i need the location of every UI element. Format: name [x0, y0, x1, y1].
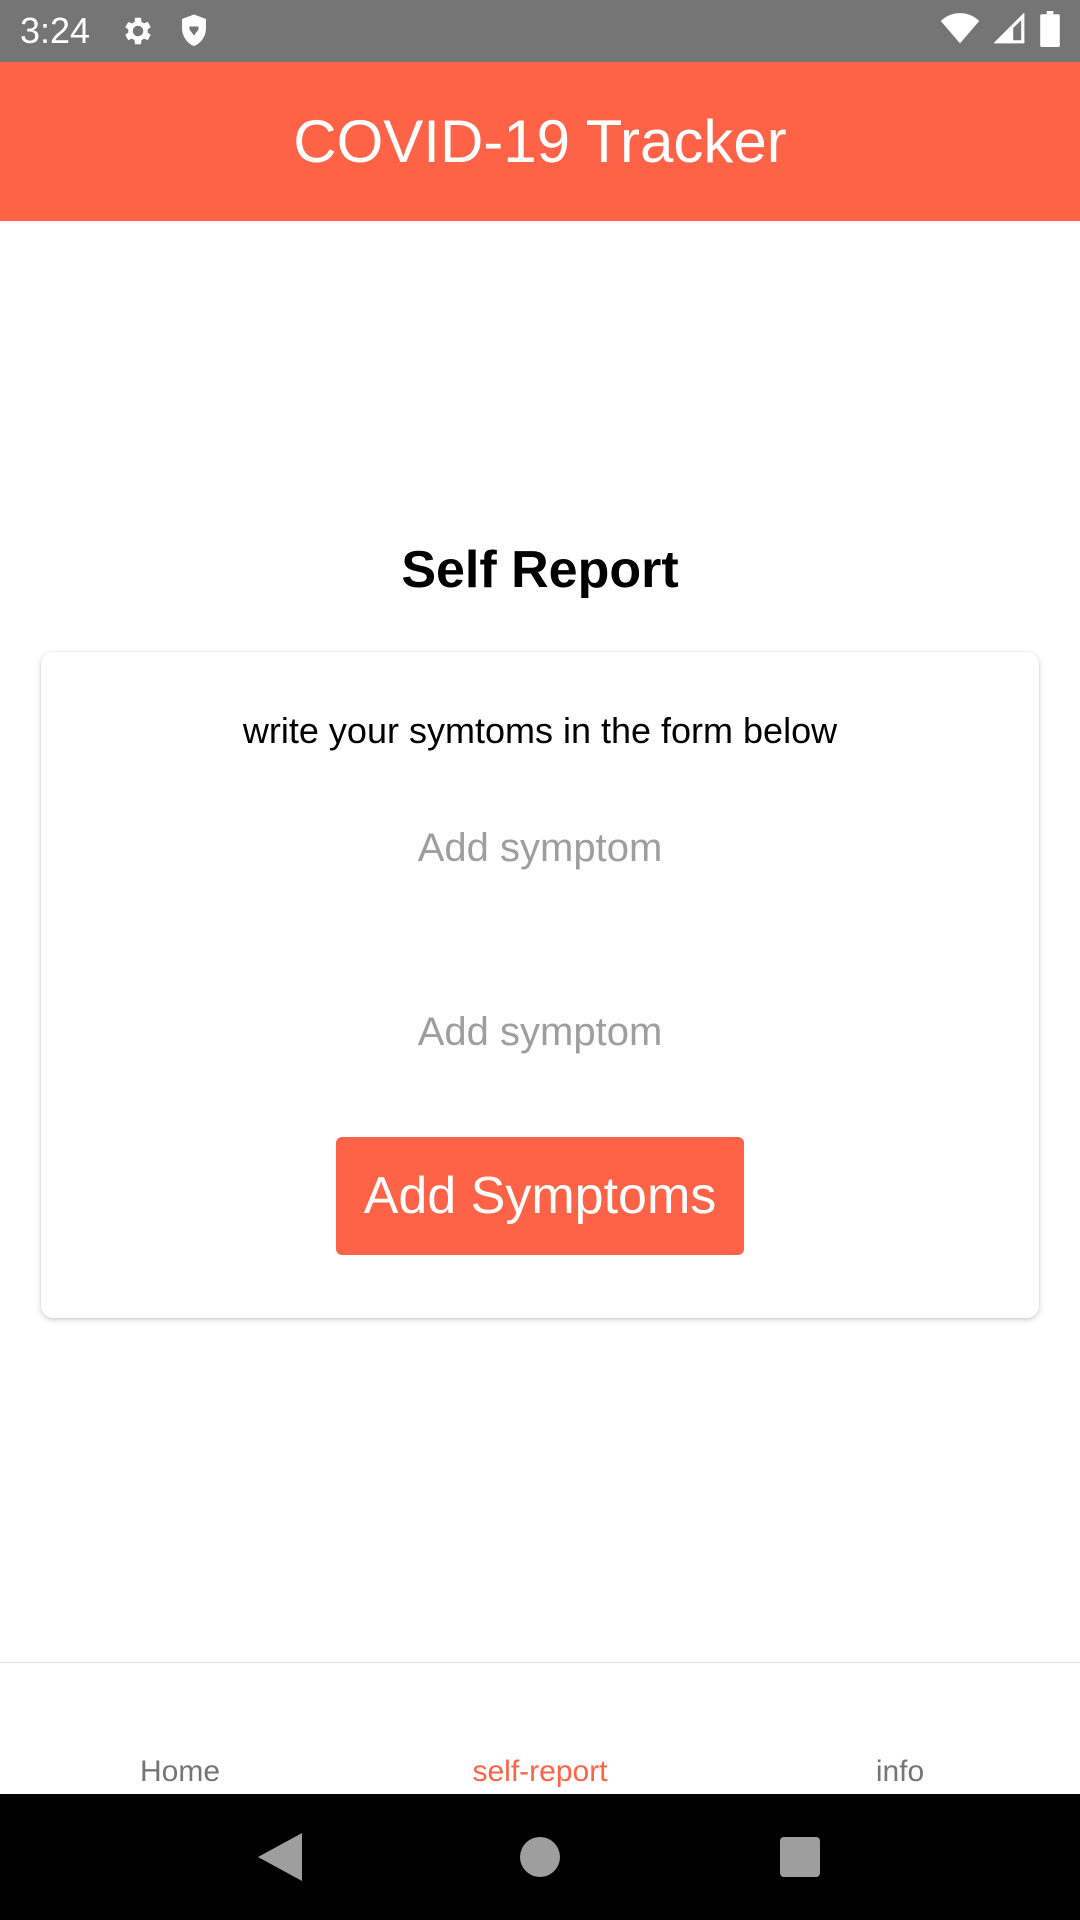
tab-home[interactable]: Home [0, 1663, 360, 1795]
tab-info[interactable]: info [720, 1663, 1080, 1795]
tab-label-home: Home [139, 1755, 221, 1788]
tab-label-info: info [875, 1755, 925, 1788]
page-title: Self Report [401, 541, 679, 599]
app-title: COVID-19 Tracker [293, 108, 787, 175]
app-bar: COVID-19 Tracker [0, 62, 1080, 221]
system-nav-bar [0, 1794, 1080, 1920]
signal-icon [993, 11, 1026, 50]
recents-square-icon[interactable] [755, 1812, 845, 1902]
shield-icon [178, 13, 210, 49]
status-bar: 3:24 [0, 0, 1080, 62]
wifi-icon [940, 12, 980, 50]
status-icons-right [940, 10, 1060, 52]
symptom-form-card: write your symtoms in the form below Add… [41, 652, 1039, 1318]
back-icon[interactable] [235, 1812, 325, 1902]
symptom-input-1[interactable] [241, 808, 839, 888]
gear-icon [120, 13, 156, 49]
status-time: 3:24 [20, 10, 91, 51]
home-circle-icon[interactable] [495, 1812, 585, 1902]
add-symptoms-button[interactable]: Add Symptoms [336, 1137, 744, 1255]
symptom-input-2[interactable] [241, 992, 839, 1072]
tab-self-report[interactable]: self-report [360, 1663, 720, 1795]
form-instructions: write your symtoms in the form below [242, 710, 838, 751]
battery-icon [1040, 10, 1060, 52]
bottom-tab-bar: Home self-report info [0, 1662, 1080, 1794]
screen: 3:24 COVID-19 Tracker Self Report write … [0, 0, 1080, 1920]
tab-label-self-report: self-report [472, 1755, 608, 1788]
